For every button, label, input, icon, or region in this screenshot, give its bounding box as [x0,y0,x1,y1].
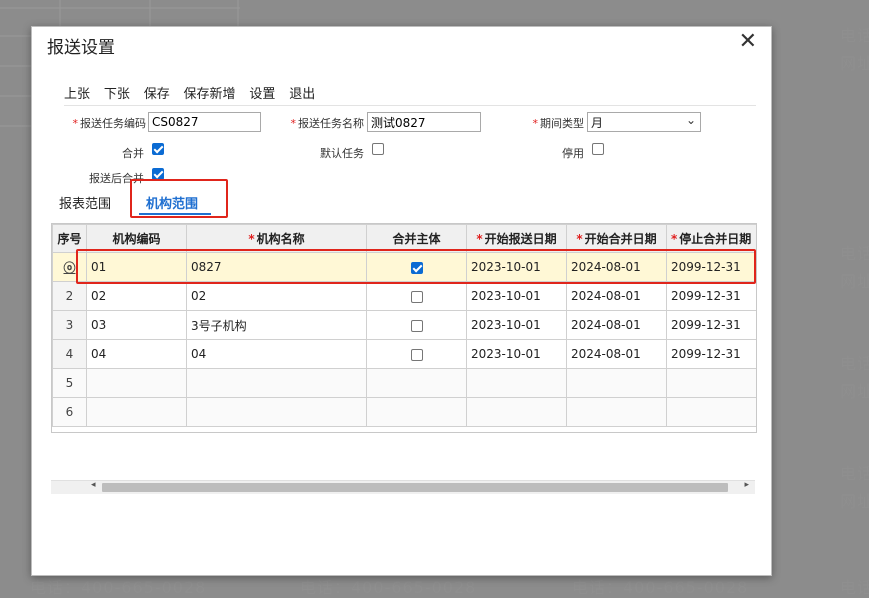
merge-entity-cell [366,252,467,282]
stop-merge-cell[interactable]: 2099-12-31 [666,310,756,340]
row-number: 6 [52,397,87,427]
save-button[interactable]: 保存 [144,87,170,102]
merge-entity-checkbox[interactable] [410,319,423,332]
default-task-checkbox[interactable] [372,143,384,155]
col-header-start-report[interactable]: * 开始报送日期 [466,224,567,253]
period-type-select[interactable]: 月 ⌄ [587,112,701,132]
org-scope-grid: 序号 机构编码 * 机构名称 合并主体 * 开始报送日期 * 开始合并日期 * 停止合并… [51,223,757,433]
exit-button[interactable]: 退出 [289,87,315,102]
table-row-empty[interactable]: 5 [52,368,756,398]
task-code-label: * 报送任务编码 [72,117,147,130]
tab-org-scope[interactable]: 机构范围 [146,193,198,212]
merge-after-checkbox[interactable] [152,168,164,180]
save-new-button[interactable]: 保存新增 [184,87,236,102]
col-header-code[interactable]: 机构编码 [86,224,187,253]
prev-button[interactable]: 上张 [64,87,90,102]
row-number: 2 [52,281,87,311]
merge-entity-cell [366,310,467,340]
stop-merge-cell[interactable]: 2099-12-31 [666,281,756,311]
scrollbar-thumb[interactable] [102,483,728,492]
merge-label: 合并 [122,147,144,160]
col-header-stop-merge[interactable]: * 停止合并日期 [666,224,756,253]
row-number: 5 [52,368,87,398]
org-name-cell[interactable]: 3号子机构 [186,310,367,340]
col-header-merge-entity[interactable]: 合并主体 [366,224,467,253]
col-header-name[interactable]: * 机构名称 [186,224,367,253]
start-merge-cell[interactable]: 2024-08-01 [566,310,667,340]
org-code-cell[interactable]: 03 [86,310,187,340]
table-row[interactable]: 4 04 04 2023-10-01 2024-08-01 2099-12-31 [52,339,756,369]
task-name-label: * 报送任务名称 [290,117,365,130]
start-report-cell[interactable]: 2023-10-01 [466,252,567,282]
dialog-title: 报送设置 [47,38,115,58]
table-row[interactable]: 2 02 02 2023-10-01 2024-08-01 2099-12-31 [52,281,756,311]
start-merge-cell[interactable]: 2024-08-01 [566,339,667,369]
org-code-cell[interactable]: 01 [86,252,187,282]
merge-entity-checkbox[interactable] [410,261,423,274]
table-header-row: 序号 机构编码 * 机构名称 合并主体 * 开始报送日期 * 开始合并日期 * 停止合并… [52,224,756,253]
period-type-label: * 期间类型 [532,117,585,130]
org-code-cell[interactable]: 04 [86,339,187,369]
stop-merge-cell[interactable]: 2099-12-31 [666,252,756,282]
start-merge-cell[interactable]: 2024-08-01 [566,252,667,282]
start-merge-cell[interactable]: 2024-08-01 [566,281,667,311]
org-name-cell[interactable]: 0827 [186,252,367,282]
task-code-input[interactable] [148,112,261,132]
merge-entity-checkbox[interactable] [410,348,423,361]
row-current-marker: ⓞ [52,252,87,282]
merge-after-label: 报送后合并 [89,172,144,185]
disable-label: 停用 [562,147,584,160]
merge-checkbox[interactable] [152,143,164,155]
next-button[interactable]: 下张 [104,87,130,102]
col-header-no[interactable]: 序号 [52,224,87,253]
horizontal-scrollbar[interactable]: ◂ ▸ [51,480,755,494]
table-row-empty[interactable]: 6 [52,397,756,427]
merge-entity-cell [366,281,467,311]
merge-entity-cell [366,339,467,369]
chevron-down-icon: ⌄ [685,113,696,127]
disable-checkbox[interactable] [592,143,604,155]
col-header-start-merge[interactable]: * 开始合并日期 [566,224,667,253]
start-report-cell[interactable]: 2023-10-01 [466,339,567,369]
scroll-right-icon[interactable]: ▸ [744,480,749,490]
org-name-cell[interactable]: 02 [186,281,367,311]
merge-entity-checkbox[interactable] [410,290,423,303]
active-tab-indicator [139,213,211,215]
table-row[interactable]: 3 03 3号子机构 2023-10-01 2024-08-01 2099-12… [52,310,756,340]
start-report-cell[interactable]: 2023-10-01 [466,281,567,311]
stop-merge-cell[interactable]: 2099-12-31 [666,339,756,369]
close-icon[interactable]: ✕ [739,29,757,54]
default-task-label: 默认任务 [320,147,364,160]
row-number: 3 [52,310,87,340]
tab-report-scope[interactable]: 报表范围 [59,193,111,212]
org-code-cell[interactable]: 02 [86,281,187,311]
org-name-cell[interactable]: 04 [186,339,367,369]
scroll-left-icon[interactable]: ◂ [91,480,96,490]
task-name-input[interactable] [367,112,481,132]
row-number: 4 [52,339,87,369]
report-settings-dialog: 报送设置 ✕ 上张 下张 保存 保存新增 设置 退出 *报送任务编码 *报送任务… [31,26,772,576]
start-report-cell[interactable]: 2023-10-01 [466,310,567,340]
settings-button[interactable]: 设置 [249,87,275,102]
table-row[interactable]: ⓞ 01 0827 2023-10-01 2024-08-01 2099-12-… [52,252,756,282]
org-table: 序号 机构编码 * 机构名称 合并主体 * 开始报送日期 * 开始合并日期 * 停止合并… [52,224,756,427]
toolbar: 上张 下张 保存 保存新增 设置 退出 [64,83,756,106]
